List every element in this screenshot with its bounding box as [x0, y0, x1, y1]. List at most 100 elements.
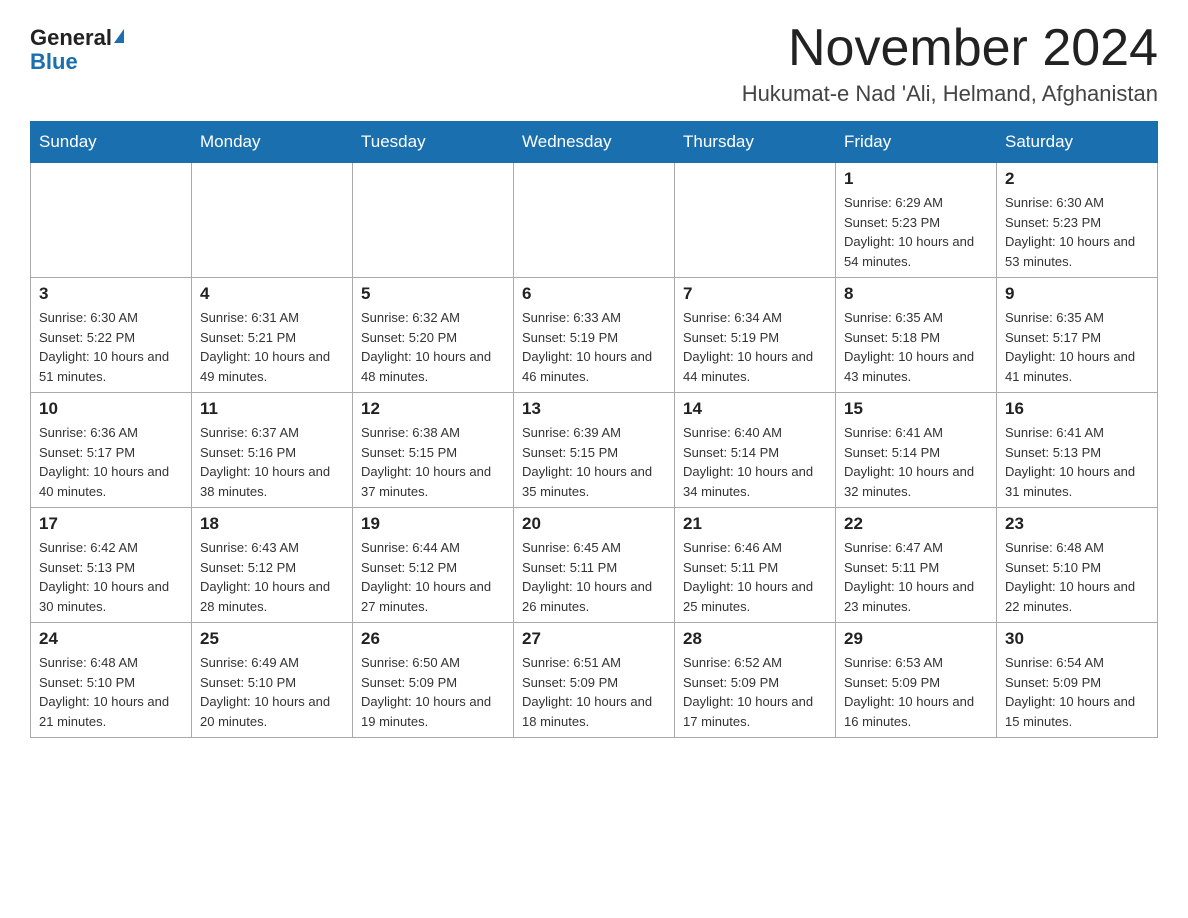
day-number: 5	[361, 284, 505, 304]
day-info: Sunrise: 6:38 AM Sunset: 5:15 PM Dayligh…	[361, 423, 505, 501]
calendar-cell: 12 Sunrise: 6:38 AM Sunset: 5:15 PM Dayli…	[353, 393, 514, 508]
day-info: Sunrise: 6:39 AM Sunset: 5:15 PM Dayligh…	[522, 423, 666, 501]
day-number: 1	[844, 169, 988, 189]
calendar-cell: 23 Sunrise: 6:48 AM Sunset: 5:10 PM Dayli…	[997, 508, 1158, 623]
day-info: Sunrise: 6:46 AM Sunset: 5:11 PM Dayligh…	[683, 538, 827, 616]
day-number: 16	[1005, 399, 1149, 419]
day-number: 21	[683, 514, 827, 534]
day-number: 13	[522, 399, 666, 419]
day-info: Sunrise: 6:50 AM Sunset: 5:09 PM Dayligh…	[361, 653, 505, 731]
calendar-cell: 14 Sunrise: 6:40 AM Sunset: 5:14 PM Dayli…	[675, 393, 836, 508]
day-number: 23	[1005, 514, 1149, 534]
day-of-week-header: Wednesday	[514, 122, 675, 163]
calendar-cell: 26 Sunrise: 6:50 AM Sunset: 5:09 PM Dayli…	[353, 623, 514, 738]
calendar-cell: 22Sunrise: 6:47 AM Sunset: 5:11 PM Dayli…	[836, 508, 997, 623]
calendar-week-row: 24 Sunrise: 6:48 AM Sunset: 5:10 PM Dayli…	[31, 623, 1158, 738]
day-of-week-header: Friday	[836, 122, 997, 163]
day-info: Sunrise: 6:32 AM Sunset: 5:20 PM Dayligh…	[361, 308, 505, 386]
day-number: 29	[844, 629, 988, 649]
day-number: 14	[683, 399, 827, 419]
day-of-week-header: Tuesday	[353, 122, 514, 163]
day-number: 7	[683, 284, 827, 304]
day-info: Sunrise: 6:29 AM Sunset: 5:23 PM Dayligh…	[844, 193, 988, 271]
calendar-cell: 2 Sunrise: 6:30 AM Sunset: 5:23 PM Daylig…	[997, 163, 1158, 278]
month-year-title: November 2024	[742, 20, 1158, 77]
calendar-cell: 28Sunrise: 6:52 AM Sunset: 5:09 PM Dayli…	[675, 623, 836, 738]
day-number: 6	[522, 284, 666, 304]
day-info: Sunrise: 6:53 AM Sunset: 5:09 PM Dayligh…	[844, 653, 988, 731]
calendar-cell	[31, 163, 192, 278]
calendar-cell: 25 Sunrise: 6:49 AM Sunset: 5:10 PM Dayli…	[192, 623, 353, 738]
calendar-cell: 13 Sunrise: 6:39 AM Sunset: 5:15 PM Dayli…	[514, 393, 675, 508]
calendar-cell: 8 Sunrise: 6:35 AM Sunset: 5:18 PM Daylig…	[836, 278, 997, 393]
day-info: Sunrise: 6:49 AM Sunset: 5:10 PM Dayligh…	[200, 653, 344, 731]
calendar-cell: 21 Sunrise: 6:46 AM Sunset: 5:11 PM Dayli…	[675, 508, 836, 623]
day-number: 18	[200, 514, 344, 534]
logo-general-text: General	[30, 26, 112, 50]
day-info: Sunrise: 6:36 AM Sunset: 5:17 PM Dayligh…	[39, 423, 183, 501]
calendar-week-row: 17Sunrise: 6:42 AM Sunset: 5:13 PM Dayli…	[31, 508, 1158, 623]
day-number: 9	[1005, 284, 1149, 304]
day-number: 27	[522, 629, 666, 649]
calendar-cell	[192, 163, 353, 278]
day-info: Sunrise: 6:48 AM Sunset: 5:10 PM Dayligh…	[1005, 538, 1149, 616]
day-info: Sunrise: 6:30 AM Sunset: 5:22 PM Dayligh…	[39, 308, 183, 386]
day-number: 20	[522, 514, 666, 534]
calendar-cell: 16 Sunrise: 6:41 AM Sunset: 5:13 PM Dayli…	[997, 393, 1158, 508]
day-info: Sunrise: 6:31 AM Sunset: 5:21 PM Dayligh…	[200, 308, 344, 386]
calendar-cell: 10 Sunrise: 6:36 AM Sunset: 5:17 PM Dayli…	[31, 393, 192, 508]
day-info: Sunrise: 6:41 AM Sunset: 5:14 PM Dayligh…	[844, 423, 988, 501]
day-number: 10	[39, 399, 183, 419]
calendar-cell	[514, 163, 675, 278]
day-info: Sunrise: 6:34 AM Sunset: 5:19 PM Dayligh…	[683, 308, 827, 386]
day-number: 28	[683, 629, 827, 649]
page-header: General Blue November 2024 Hukumat-e Nad…	[30, 20, 1158, 107]
day-info: Sunrise: 6:35 AM Sunset: 5:18 PM Dayligh…	[844, 308, 988, 386]
day-info: Sunrise: 6:30 AM Sunset: 5:23 PM Dayligh…	[1005, 193, 1149, 271]
day-number: 12	[361, 399, 505, 419]
calendar-week-row: 1 Sunrise: 6:29 AM Sunset: 5:23 PM Daylig…	[31, 163, 1158, 278]
calendar-cell: 18Sunrise: 6:43 AM Sunset: 5:12 PM Dayli…	[192, 508, 353, 623]
calendar-cell: 27 Sunrise: 6:51 AM Sunset: 5:09 PM Dayli…	[514, 623, 675, 738]
calendar-cell: 1 Sunrise: 6:29 AM Sunset: 5:23 PM Daylig…	[836, 163, 997, 278]
day-number: 25	[200, 629, 344, 649]
day-number: 22	[844, 514, 988, 534]
day-number: 11	[200, 399, 344, 419]
calendar-cell: 17Sunrise: 6:42 AM Sunset: 5:13 PM Dayli…	[31, 508, 192, 623]
day-info: Sunrise: 6:37 AM Sunset: 5:16 PM Dayligh…	[200, 423, 344, 501]
day-info: Sunrise: 6:41 AM Sunset: 5:13 PM Dayligh…	[1005, 423, 1149, 501]
location-subtitle: Hukumat-e Nad 'Ali, Helmand, Afghanistan	[742, 81, 1158, 107]
day-number: 2	[1005, 169, 1149, 189]
day-number: 8	[844, 284, 988, 304]
calendar-week-row: 10 Sunrise: 6:36 AM Sunset: 5:17 PM Dayli…	[31, 393, 1158, 508]
calendar-cell: 4 Sunrise: 6:31 AM Sunset: 5:21 PM Daylig…	[192, 278, 353, 393]
day-number: 4	[200, 284, 344, 304]
day-info: Sunrise: 6:42 AM Sunset: 5:13 PM Dayligh…	[39, 538, 183, 616]
calendar-header-row: SundayMondayTuesdayWednesdayThursdayFrid…	[31, 122, 1158, 163]
day-info: Sunrise: 6:40 AM Sunset: 5:14 PM Dayligh…	[683, 423, 827, 501]
day-info: Sunrise: 6:44 AM Sunset: 5:12 PM Dayligh…	[361, 538, 505, 616]
day-number: 30	[1005, 629, 1149, 649]
calendar-week-row: 3 Sunrise: 6:30 AM Sunset: 5:22 PM Daylig…	[31, 278, 1158, 393]
calendar-cell: 15Sunrise: 6:41 AM Sunset: 5:14 PM Dayli…	[836, 393, 997, 508]
day-number: 3	[39, 284, 183, 304]
logo: General Blue	[30, 20, 124, 74]
calendar-cell: 29 Sunrise: 6:53 AM Sunset: 5:09 PM Dayli…	[836, 623, 997, 738]
calendar-cell: 9Sunrise: 6:35 AM Sunset: 5:17 PM Daylig…	[997, 278, 1158, 393]
calendar-cell: 6Sunrise: 6:33 AM Sunset: 5:19 PM Daylig…	[514, 278, 675, 393]
day-number: 24	[39, 629, 183, 649]
calendar-cell: 5 Sunrise: 6:32 AM Sunset: 5:20 PM Daylig…	[353, 278, 514, 393]
logo-triangle-icon	[114, 29, 124, 43]
day-info: Sunrise: 6:48 AM Sunset: 5:10 PM Dayligh…	[39, 653, 183, 731]
calendar-cell	[353, 163, 514, 278]
calendar-cell	[675, 163, 836, 278]
day-number: 19	[361, 514, 505, 534]
calendar-table: SundayMondayTuesdayWednesdayThursdayFrid…	[30, 121, 1158, 738]
day-of-week-header: Monday	[192, 122, 353, 163]
day-info: Sunrise: 6:51 AM Sunset: 5:09 PM Dayligh…	[522, 653, 666, 731]
day-of-week-header: Sunday	[31, 122, 192, 163]
day-info: Sunrise: 6:54 AM Sunset: 5:09 PM Dayligh…	[1005, 653, 1149, 731]
calendar-cell: 24 Sunrise: 6:48 AM Sunset: 5:10 PM Dayli…	[31, 623, 192, 738]
calendar-cell: 20Sunrise: 6:45 AM Sunset: 5:11 PM Dayli…	[514, 508, 675, 623]
day-number: 26	[361, 629, 505, 649]
